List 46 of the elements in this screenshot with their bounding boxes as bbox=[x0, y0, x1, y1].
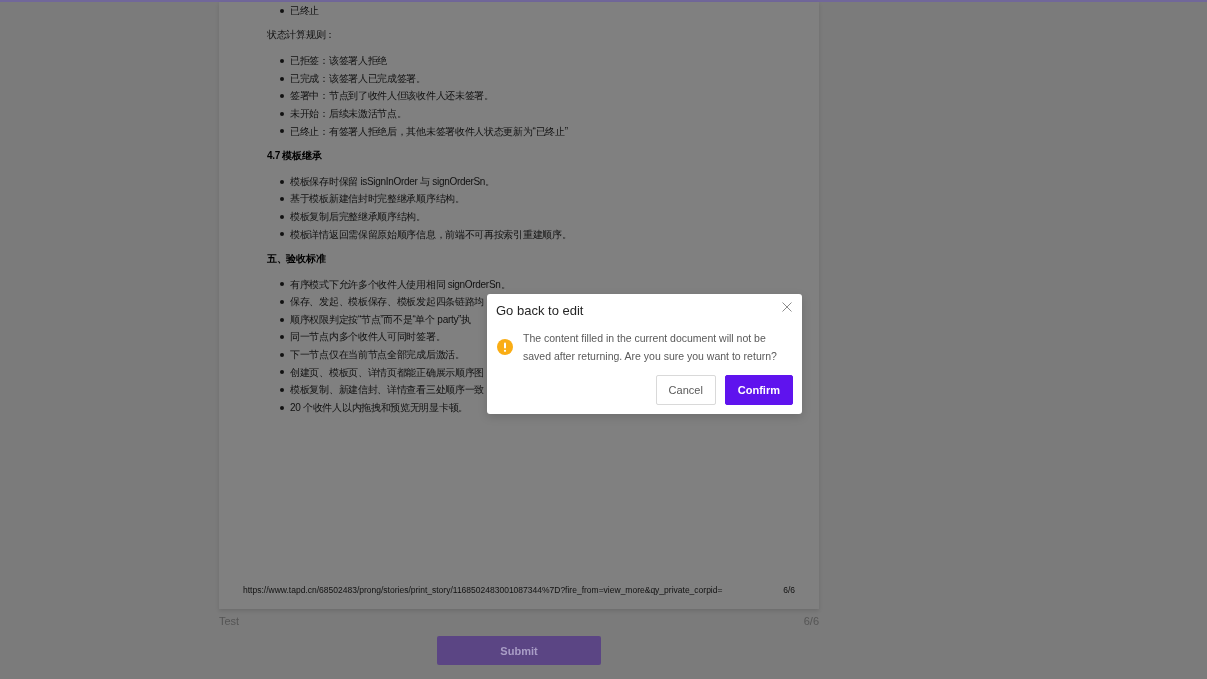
bullet-icon bbox=[280, 111, 284, 116]
paragraph: 状态计算规则： bbox=[267, 28, 336, 43]
close-button[interactable] bbox=[782, 302, 792, 312]
cancel-button[interactable]: Cancel bbox=[655, 375, 716, 405]
bullet-icon bbox=[280, 335, 284, 340]
list-item: 模板保存时保留 isSignInOrder 与 signOrderSn。 bbox=[290, 174, 495, 189]
bullet-icon bbox=[280, 179, 284, 184]
bullet-icon bbox=[280, 76, 284, 81]
dialog-title: Go back to edit bbox=[496, 302, 584, 320]
list-item: 有序模式下允许多个收件人使用相同 signOrderSn。 bbox=[290, 277, 511, 292]
list-item: 已完成：该签署人已完成签署。 bbox=[290, 71, 426, 86]
section-heading: 五、验收标准 bbox=[267, 251, 327, 266]
list-item: 已终止 bbox=[290, 4, 320, 18]
list-item: 模板复制、新建信封、详情查看三处顺序一致 bbox=[290, 383, 484, 398]
page-url: https://www.tapd.cn/68502483/prong/stories/print_story/1168502483001087344%7D?fire_from=view_more&qy_private_corpid= bbox=[243, 584, 723, 596]
bullet-icon bbox=[280, 129, 284, 134]
bullet-icon bbox=[280, 197, 284, 202]
bullet-icon bbox=[280, 232, 284, 237]
list-item: 创建页、模板页、详情页都能正确展示顺序图 bbox=[290, 365, 484, 380]
list-item: 模板复制后完整继承顺序结构。 bbox=[290, 209, 426, 224]
warning-icon bbox=[497, 339, 513, 355]
bullet-icon bbox=[280, 8, 284, 13]
bullet-icon bbox=[280, 388, 284, 393]
list-item: 已拒签：该签署人拒绝 bbox=[290, 54, 387, 69]
list-item: 模板详情返回需保留原始顺序信息，前端不可再按索引重建顺序。 bbox=[290, 227, 572, 242]
dialog-message: The content filled in the current document will not be saved after returning. Are you sure you want to return? bbox=[523, 331, 778, 364]
bullet-icon bbox=[280, 317, 284, 322]
page-number: 6/6 bbox=[783, 584, 795, 596]
bullet-icon bbox=[280, 94, 284, 99]
bullet-icon bbox=[280, 300, 284, 305]
bullet-icon bbox=[280, 58, 284, 63]
bullet-icon bbox=[280, 370, 284, 375]
bullet-icon bbox=[280, 352, 284, 357]
close-icon bbox=[782, 302, 792, 312]
list-item: 签署中：节点到了收件人但该收件人还未签署。 bbox=[290, 89, 494, 104]
section-heading: 4.7 模板继承 bbox=[267, 148, 323, 163]
list-item: 未开始：后续未激活节点。 bbox=[290, 106, 407, 121]
list-item: 基于模板新建信封时完整继承顺序结构。 bbox=[290, 192, 465, 207]
list-item: 顺序权限判定按“节点”而不是“单个 party”执 bbox=[290, 312, 471, 327]
list-item: 20 个收件人以内拖拽和预览无明显卡顿。 bbox=[290, 400, 468, 415]
list-item: 保存、发起、模板保存、模板发起四条链路均 bbox=[290, 295, 484, 310]
list-item: 已终止：有签署人拒绝后，其他未签署收件人状态更新为“已终止” bbox=[290, 124, 568, 139]
confirm-button[interactable]: Confirm bbox=[724, 375, 793, 405]
bullet-icon bbox=[280, 282, 284, 287]
bullet-icon bbox=[280, 405, 284, 410]
bullet-icon bbox=[280, 214, 284, 219]
